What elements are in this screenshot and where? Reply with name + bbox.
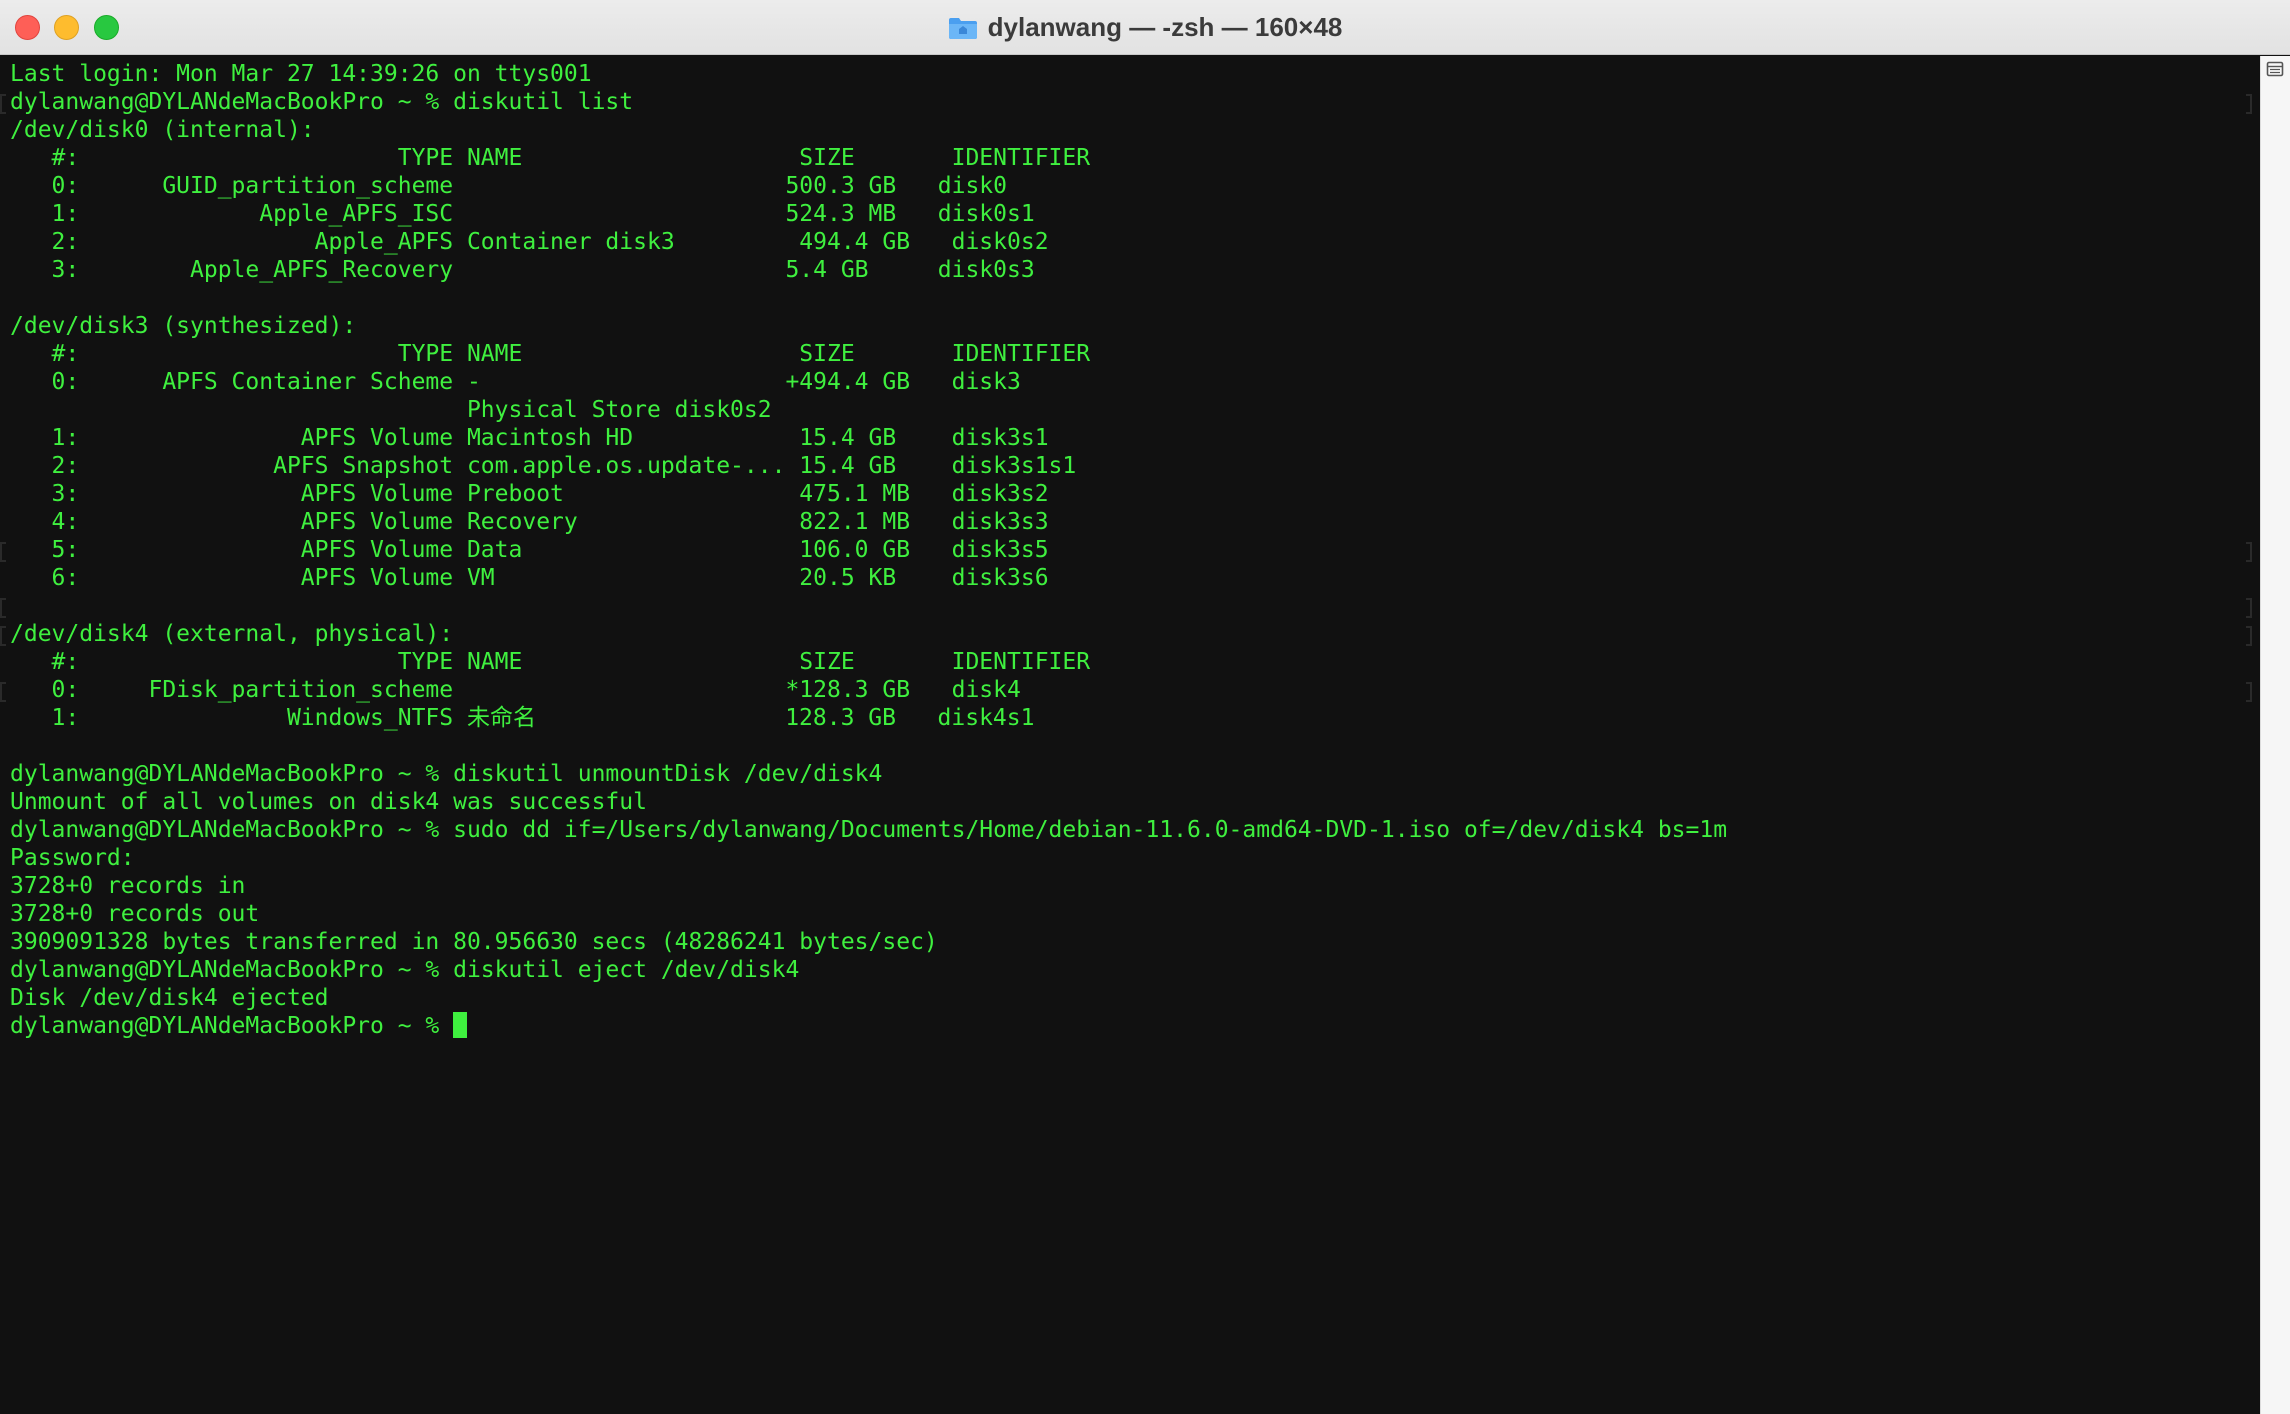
terminal-line: /dev/disk0 (internal): bbox=[10, 117, 315, 143]
terminal-line: 6: APFS Volume VM 20.5 KB disk3s6 bbox=[10, 565, 1049, 591]
terminal-content[interactable]: Last login: Mon Mar 27 14:39:26 on ttys0… bbox=[0, 56, 2260, 1414]
prompt-mark-right bbox=[2246, 682, 2252, 702]
prompt-mark-left bbox=[0, 626, 6, 646]
terminal-line: 1: Windows_NTFS 未命名 128.3 GB disk4s1 bbox=[10, 705, 1035, 731]
terminal-line: /dev/disk4 (external, physical): bbox=[10, 621, 454, 647]
prompt-mark-left bbox=[0, 542, 6, 562]
terminal-line: #: TYPE NAME SIZE IDENTIFIER bbox=[10, 341, 1091, 367]
terminal-line: Physical Store disk0s2 bbox=[10, 397, 772, 423]
terminal-line: 3909091328 bytes transferred in 80.95663… bbox=[10, 929, 938, 955]
terminal-line: 2: APFS Snapshot com.apple.os.update-...… bbox=[10, 453, 1077, 479]
terminal-line: 0: FDisk_partition_scheme *128.3 GB disk… bbox=[10, 677, 1021, 703]
current-prompt: dylanwang@DYLANdeMacBookPro ~ % bbox=[10, 1013, 454, 1039]
terminal-line: /dev/disk3 (synthesized): bbox=[10, 313, 357, 339]
terminal-line: 0: APFS Container Scheme - +494.4 GB dis… bbox=[10, 369, 1021, 395]
terminal-line: 5: APFS Volume Data 106.0 GB disk3s5 bbox=[10, 537, 1049, 563]
terminal-prompt-line[interactable]: dylanwang@DYLANdeMacBookPro ~ % bbox=[10, 1012, 1727, 1040]
terminal-line: Last login: Mon Mar 27 14:39:26 on ttys0… bbox=[10, 61, 592, 87]
terminal-line: Password: bbox=[10, 845, 135, 871]
terminal-line: dylanwang@DYLANdeMacBookPro ~ % diskutil… bbox=[10, 957, 800, 983]
prompt-mark-right bbox=[2246, 626, 2252, 646]
terminal-line: Disk /dev/disk4 ejected bbox=[10, 985, 329, 1011]
window-title-group: dylanwang — -zsh — 160×48 bbox=[0, 0, 2290, 55]
window-title: dylanwang — -zsh — 160×48 bbox=[987, 12, 1343, 42]
terminal-line: dylanwang@DYLANdeMacBookPro ~ % sudo dd … bbox=[10, 817, 1728, 843]
terminal-line: #: TYPE NAME SIZE IDENTIFIER bbox=[10, 145, 1091, 171]
terminal-line: 3: APFS Volume Preboot 475.1 MB disk3s2 bbox=[10, 481, 1049, 507]
title-bar[interactable]: dylanwang — -zsh — 160×48 bbox=[0, 0, 2290, 55]
terminal-line: dylanwang@DYLANdeMacBookPro ~ % diskutil… bbox=[10, 761, 883, 787]
prompt-mark-left bbox=[0, 682, 6, 702]
sidebar-toggle-icon[interactable] bbox=[2266, 60, 2284, 78]
terminal-line: 3728+0 records in bbox=[10, 873, 246, 899]
folder-icon bbox=[948, 16, 978, 40]
prompt-mark-right bbox=[2246, 598, 2252, 618]
prompt-mark-right bbox=[2246, 542, 2252, 562]
terminal-line: 2: Apple_APFS Container disk3 494.4 GB d… bbox=[10, 229, 1049, 255]
terminal-line: Unmount of all volumes on disk4 was succ… bbox=[10, 789, 647, 815]
terminal-line: dylanwang@DYLANdeMacBookPro ~ % diskutil… bbox=[10, 89, 634, 115]
terminal-line: 1: Apple_APFS_ISC 524.3 MB disk0s1 bbox=[10, 201, 1035, 227]
terminal-window: dylanwang — -zsh — 160×48 Last login: Mo… bbox=[0, 0, 2290, 1414]
prompt-mark-left bbox=[0, 598, 6, 618]
terminal-line: 3728+0 records out bbox=[10, 901, 260, 927]
terminal-line: 0: GUID_partition_scheme 500.3 GB disk0 bbox=[10, 173, 1007, 199]
terminal-line: 1: APFS Volume Macintosh HD 15.4 GB disk… bbox=[10, 425, 1049, 451]
scrollbar[interactable] bbox=[2260, 56, 2290, 1414]
prompt-mark-right bbox=[2246, 94, 2252, 114]
terminal-line: 4: APFS Volume Recovery 822.1 MB disk3s3 bbox=[10, 509, 1049, 535]
prompt-mark-left bbox=[0, 94, 6, 114]
text-cursor bbox=[453, 1012, 468, 1038]
terminal-line: #: TYPE NAME SIZE IDENTIFIER bbox=[10, 649, 1091, 675]
terminal-output: Last login: Mon Mar 27 14:39:26 on ttys0… bbox=[10, 60, 1727, 1040]
terminal-line: 3: Apple_APFS_Recovery 5.4 GB disk0s3 bbox=[10, 257, 1035, 283]
